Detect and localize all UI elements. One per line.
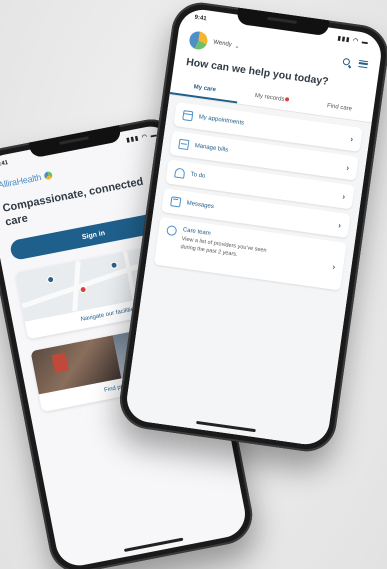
status-time: 9:41: [0, 160, 9, 169]
tab-label: My care: [193, 84, 217, 94]
avatar[interactable]: [188, 30, 209, 51]
home-indicator: [123, 537, 184, 552]
menu-item-label: To do: [190, 171, 206, 180]
menu-item-label: My appointments: [198, 114, 245, 127]
signal-icon: ▮▮▮ ◠ ▬: [125, 131, 158, 144]
message-icon: [170, 196, 182, 208]
map-pin-icon: [46, 275, 55, 284]
tab-label: Find care: [326, 103, 353, 113]
chevron-down-icon[interactable]: ⌄: [234, 42, 240, 50]
bell-icon: [174, 167, 186, 179]
menu-icon[interactable]: [358, 59, 369, 68]
menu-item-label: Messages: [186, 200, 215, 211]
user-name[interactable]: Wendy: [213, 40, 232, 49]
chevron-right-icon: ›: [331, 262, 336, 272]
chevron-right-icon: ›: [345, 162, 350, 173]
care-team-icon: [166, 224, 178, 237]
care-menu: My appointments › Manage bills › To do ›…: [124, 94, 372, 448]
calendar-icon: [182, 110, 194, 122]
menu-item-label: Manage bills: [194, 142, 229, 154]
notification-badge: [285, 97, 290, 102]
front-phone: 9:41 ▮▮▮ ◠ ▬ Wendy ⌄ How can we help you…: [116, 0, 387, 456]
tab-label: My records: [254, 92, 285, 103]
status-time: 9:41: [194, 14, 207, 23]
chevron-right-icon: ›: [337, 220, 342, 230]
search-icon[interactable]: [342, 57, 351, 66]
product-mockup: 9:41 ▮▮▮ ◠ ▬ AlliraHealth Compassionate,…: [0, 0, 387, 569]
chevron-right-icon: ›: [341, 191, 346, 201]
bill-icon: [178, 138, 190, 151]
front-phone-screen: 9:41 ▮▮▮ ◠ ▬ Wendy ⌄ How can we help you…: [124, 6, 384, 448]
brand-mark-icon: [43, 170, 53, 181]
map-pin-icon: [79, 285, 88, 294]
signal-icon: ▮▮▮ ◠ ▬: [337, 35, 370, 46]
chevron-right-icon: ›: [349, 134, 354, 144]
map-pin-icon: [109, 261, 119, 270]
